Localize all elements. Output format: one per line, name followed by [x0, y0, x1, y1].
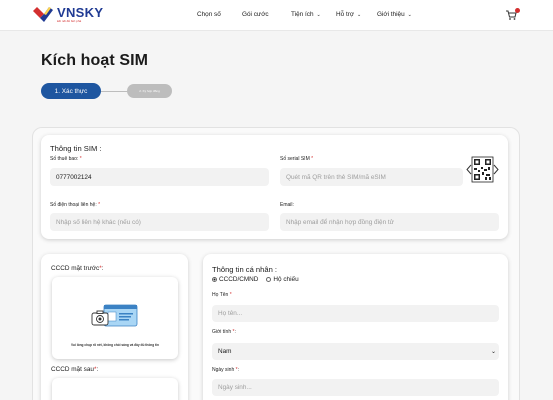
- upload-hint: Vui lòng chụp rõ nét, không chói sáng và…: [71, 343, 159, 347]
- chevron-down-icon: ⌄: [316, 12, 321, 18]
- cccd-front-upload[interactable]: Vui lòng chụp rõ nét, không chói sáng và…: [52, 277, 178, 359]
- radio-passport[interactable]: Hộ chiếu: [266, 276, 299, 283]
- fullname-input[interactable]: Họ tên...: [212, 305, 499, 322]
- email-label: Email:: [280, 202, 294, 208]
- radio-cccd-label: CCCD/CMND: [219, 276, 259, 283]
- step-contract[interactable]: 2. Ký hợp đồng: [127, 84, 172, 98]
- dob-label-text: Ngày sinh: [212, 367, 235, 373]
- subscriber-label-text: Số thuê bao:: [50, 156, 79, 162]
- subscriber-label: Số thuê bao: *: [50, 156, 82, 162]
- gender-label-text: Giới tính: [212, 329, 232, 335]
- step-connector: [101, 90, 128, 92]
- required-mark: *: [79, 156, 82, 162]
- gender-select[interactable]: Nam ⌄: [212, 343, 499, 360]
- required-mark: *: [99, 265, 102, 272]
- serial-label: Số serial SIM *: [280, 156, 313, 162]
- radio-cccd[interactable]: CCCD/CMND: [212, 276, 258, 283]
- required-mark: *: [229, 292, 232, 298]
- gender-label: Giới tính *:: [212, 329, 236, 335]
- cccd-front-label-text: CCCD mặt trước: [51, 265, 100, 272]
- chevron-down-icon: ⌄: [357, 12, 362, 18]
- main-nav: Chọn số Gói cước Tiện ích ⌄ Hỗ trợ ⌄ Giới …: [0, 11, 553, 21]
- required-mark: *: [232, 329, 235, 335]
- nav-tien-ich[interactable]: Tiện ích ⌄: [291, 11, 321, 18]
- step-verify[interactable]: 1. Xác thực: [41, 83, 101, 99]
- contact-phone-label-text: Số điện thoại liên hệ:: [50, 202, 97, 208]
- radio-passport-label: Hộ chiếu: [273, 276, 299, 283]
- required-mark: *: [311, 156, 314, 162]
- email-input[interactable]: Nhập email để nhận hợp đồng điện tử: [280, 213, 499, 231]
- chevron-down-icon: ⌄: [407, 12, 412, 18]
- radio-checked-icon: [212, 277, 217, 282]
- chevron-down-icon: ⌄: [490, 349, 496, 355]
- required-mark: *: [93, 366, 97, 373]
- gender-select-value: Nam: [218, 348, 232, 355]
- radio-unchecked-icon: [266, 277, 272, 282]
- dob-label: Ngày sinh *:: [212, 367, 239, 373]
- subscriber-input[interactable]: 0777002124: [50, 168, 269, 186]
- nav-ho-tro-label: Hỗ trợ: [336, 11, 355, 18]
- id-card-camera-icon: [91, 304, 138, 327]
- cccd-back-upload[interactable]: [52, 378, 178, 400]
- personal-info-title: Thông tin cá nhân :: [212, 265, 278, 274]
- serial-input[interactable]: Quét mã QR trên thẻ SIM/mã eSIM: [280, 168, 463, 186]
- serial-label-text: Số serial SIM: [280, 156, 310, 162]
- qr-scan-icon[interactable]: [466, 153, 499, 186]
- nav-gioi-thieu[interactable]: Giới thiệu ⌄: [377, 11, 412, 18]
- sim-info-title: Thông tin SIM :: [50, 144, 102, 153]
- dob-input[interactable]: Ngày sinh...: [212, 379, 499, 396]
- cccd-front-label: CCCD mặt trước*:: [51, 265, 104, 272]
- contact-phone-label: Số điện thoại liên hệ: *: [50, 202, 100, 208]
- nav-ho-tro[interactable]: Hỗ trợ ⌄: [336, 11, 361, 18]
- page-title: Kích hoạt SIM: [41, 52, 149, 69]
- required-mark: *: [98, 202, 101, 208]
- nav-goi-cuoc[interactable]: Gói cước: [242, 11, 269, 18]
- site-header: VNSKY kết nối để bứt phá Chọn số Gói cướ…: [0, 0, 553, 31]
- nav-tien-ich-label: Tiện ích: [291, 11, 314, 18]
- cccd-back-label-text: CCCD mặt sau: [51, 366, 94, 373]
- fullname-label-text: Họ Tên: [212, 292, 229, 298]
- nav-chon-so[interactable]: Chọn số: [197, 11, 221, 18]
- contact-phone-input[interactable]: Nhập số liên hệ khác (nếu có): [50, 213, 269, 231]
- document-type-radio-group: CCCD/CMND Hộ chiếu: [212, 276, 299, 283]
- nav-gioi-thieu-label: Giới thiệu: [377, 11, 405, 18]
- cart-badge: [515, 8, 520, 13]
- cccd-back-label: CCCD mặt sau*:: [51, 366, 99, 373]
- fullname-label: Họ Tên *: [212, 292, 232, 298]
- required-mark: *: [235, 367, 238, 373]
